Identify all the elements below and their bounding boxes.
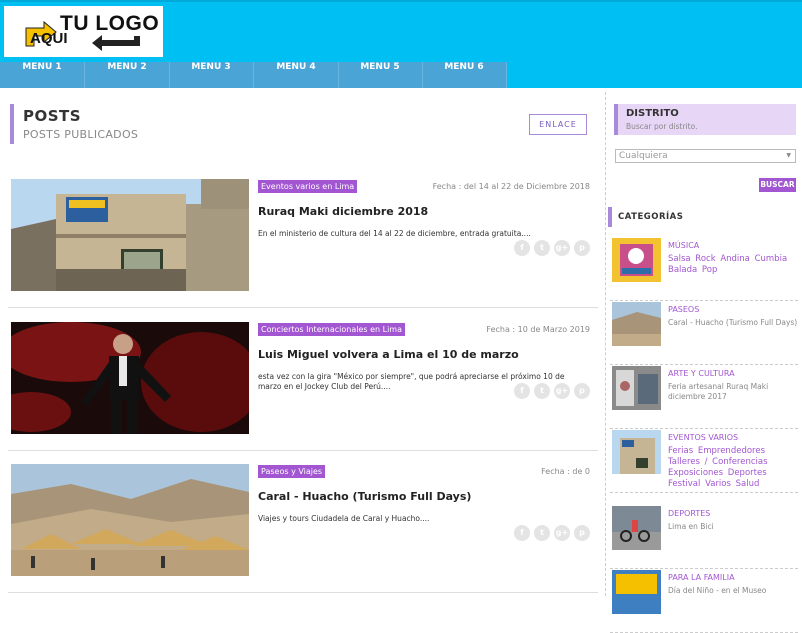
category-image[interactable]	[612, 430, 661, 474]
sidebar-divider	[605, 92, 606, 596]
search-button[interactable]: BUSCAR	[759, 178, 796, 192]
category-name[interactable]: MÚSICA	[668, 241, 699, 250]
pinterest-icon[interactable]: p	[574, 525, 590, 541]
chevron-down-icon: ▼	[786, 152, 791, 159]
distrito-title: DISTRITO	[626, 108, 679, 119]
category-name[interactable]: PASEOS	[668, 305, 699, 314]
nav-item-menu-4[interactable]: MENU 4	[254, 62, 339, 88]
distrito-box: DISTRITO Buscar por distrito.	[614, 104, 796, 135]
category-image[interactable]	[612, 570, 661, 614]
categories-title: CATEGORÍAS	[618, 212, 684, 222]
nav-item-menu-5[interactable]: MENU 5	[338, 62, 423, 88]
category-item-deportes: DEPORTES Lima en Bici	[610, 506, 798, 569]
category-description: Lima en Bici	[668, 522, 714, 531]
post-image[interactable]	[11, 464, 249, 576]
category-description: Caral - Huacho (Turismo Full Days)	[668, 318, 798, 327]
post-title[interactable]: Caral - Huacho (Turismo Full Days)	[258, 490, 471, 503]
post-date: Fecha : del 14 al 22 de Diciembre 2018	[432, 182, 590, 191]
logo-line2: AQUI	[30, 30, 68, 47]
category-item-paseos: PASEOS Caral - Huacho (Turismo Full Days…	[610, 302, 798, 365]
nav-item-menu-3[interactable]: MENU 3	[169, 62, 254, 88]
share-icons: f t g+ p	[514, 525, 590, 542]
google-plus-icon[interactable]: g+	[554, 383, 570, 399]
post-image[interactable]	[11, 179, 249, 291]
post-category-tag[interactable]: Eventos varios en Lima	[258, 180, 358, 193]
category-name[interactable]: EVENTOS VARIOS	[668, 433, 738, 442]
nav-item-menu-2[interactable]: MENU 2	[85, 62, 170, 88]
facebook-icon[interactable]: f	[514, 240, 530, 256]
posts-subtitle: POSTS PUBLICADOS	[23, 128, 139, 141]
post-category-tag[interactable]: Conciertos Internacionales en Lima	[258, 323, 405, 336]
nav-item-menu-6[interactable]: MENU 6	[422, 62, 507, 88]
site-header: TU LOGO AQUI	[0, 0, 802, 62]
share-icons: f t g+ p	[514, 240, 590, 257]
twitter-icon[interactable]: t	[534, 240, 550, 256]
logo-line1: TU LOGO	[60, 12, 160, 35]
category-item-musica: MÚSICA Salsa Rock Andina Cumbia Balada P…	[610, 238, 798, 301]
logo[interactable]: TU LOGO AQUI	[4, 6, 163, 57]
distrito-select-value: Cualquiera	[619, 151, 668, 161]
post-title[interactable]: Luis Miguel volvera a Lima el 10 de marz…	[258, 348, 519, 361]
category-image[interactable]	[612, 366, 661, 410]
post-card: Eventos varios en Lima Fecha : del 14 al…	[8, 165, 598, 308]
nav-item-menu-1[interactable]: MENU 1	[0, 62, 85, 88]
category-name[interactable]: ARTE Y CULTURA	[668, 369, 735, 378]
pinterest-icon[interactable]: p	[574, 383, 590, 399]
facebook-icon[interactable]: f	[514, 383, 530, 399]
category-image[interactable]	[612, 506, 661, 550]
enlace-button[interactable]: ENLACE	[529, 114, 587, 135]
category-description: Día del Niño - en el Museo	[668, 586, 767, 595]
twitter-icon[interactable]: t	[534, 383, 550, 399]
posts-heading-bar	[10, 104, 14, 144]
post-title[interactable]: Ruraq Maki diciembre 2018	[258, 205, 428, 218]
post-description: En el ministerio de cultura del 14 al 22…	[258, 229, 531, 238]
category-image[interactable]	[612, 238, 661, 282]
category-item-arte-y-cultura: ARTE Y CULTURA Feria artesanal Ruraq Mak…	[610, 366, 798, 429]
google-plus-icon[interactable]: g+	[554, 525, 570, 541]
posts-title: POSTS	[23, 107, 82, 125]
distrito-select[interactable]: Cualquiera ▼	[615, 149, 796, 163]
category-item-para-la-familia: PARA LA FAMILIA Día del Niño - en el Mus…	[610, 570, 798, 633]
category-name[interactable]: PARA LA FAMILIA	[668, 573, 735, 582]
post-card: Conciertos Internacionales en Lima Fecha…	[8, 308, 598, 451]
category-tags[interactable]: Salsa Rock Andina Cumbia Balada Pop	[668, 254, 800, 276]
post-category-tag[interactable]: Paseos y Viajes	[258, 465, 326, 478]
google-plus-icon[interactable]: g+	[554, 240, 570, 256]
category-name[interactable]: DEPORTES	[668, 509, 710, 518]
distrito-subtitle: Buscar por distrito.	[626, 122, 698, 131]
post-image[interactable]	[11, 322, 249, 434]
category-image[interactable]	[612, 302, 661, 346]
post-date: Fecha : de 0	[541, 467, 590, 476]
categories-heading-bar	[608, 207, 612, 227]
facebook-icon[interactable]: f	[514, 525, 530, 541]
post-date: Fecha : 10 de Marzo 2019	[486, 325, 590, 334]
pinterest-icon[interactable]: p	[574, 240, 590, 256]
main-nav: MENU 1 MENU 2 MENU 3 MENU 4 MENU 5 MENU …	[0, 62, 802, 88]
post-card: Paseos y Viajes Fecha : de 0 Caral - Hua…	[8, 450, 598, 593]
category-tags[interactable]: Ferias Emprendedores Talleres / Conferen…	[668, 446, 800, 490]
category-item-eventos-varios: EVENTOS VARIOS Ferias Emprendedores Tall…	[610, 430, 798, 493]
category-description: Feria artesanal Ruraq Maki diciembre 201…	[668, 382, 769, 401]
share-icons: f t g+ p	[514, 383, 590, 400]
twitter-icon[interactable]: t	[534, 525, 550, 541]
post-description: Viajes y tours Ciudadela de Caral y Huac…	[258, 514, 430, 523]
